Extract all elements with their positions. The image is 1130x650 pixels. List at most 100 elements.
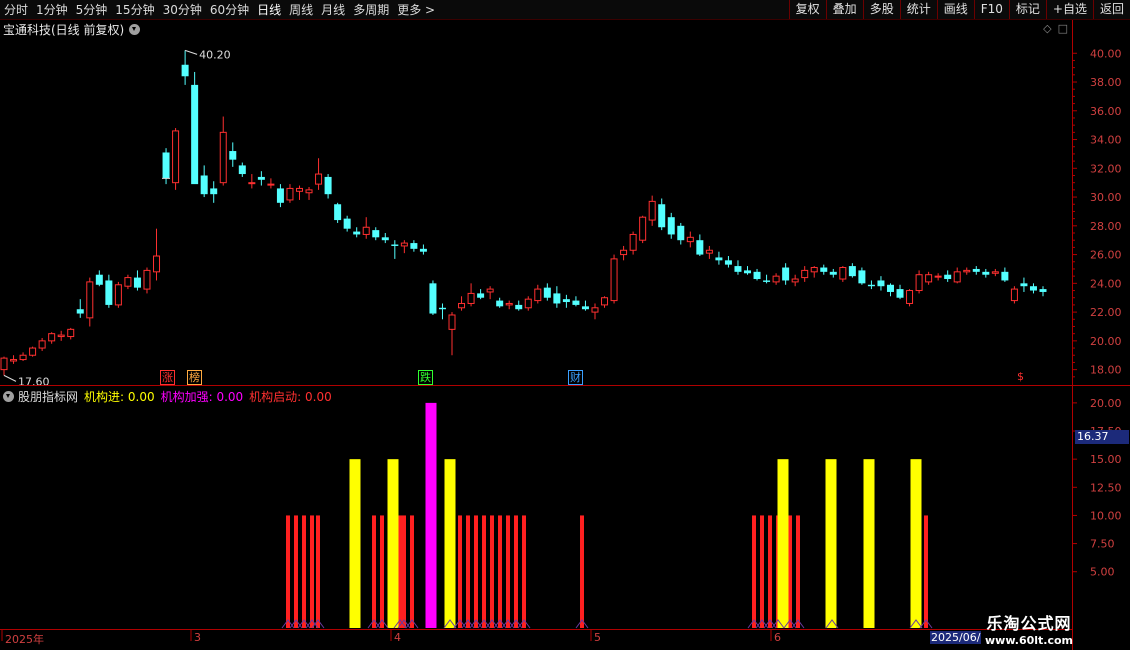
candle-body-up — [620, 249, 628, 256]
candle-body-up — [172, 130, 180, 184]
indicator-tick-label: 10.00 — [1090, 509, 1122, 522]
candle-body-down — [972, 268, 980, 272]
chevron-down-icon[interactable] — [3, 391, 14, 402]
indicator-bar — [580, 515, 584, 628]
candle-body-down — [753, 271, 761, 280]
candle-body-down — [410, 243, 418, 249]
indicator-bar — [425, 402, 437, 628]
candle-body-down — [734, 266, 742, 272]
candle-body-down — [848, 266, 856, 277]
indicator-bar — [302, 515, 306, 628]
candle-body-down — [724, 260, 732, 265]
indicator-bar — [490, 515, 494, 628]
candle-body-down — [944, 274, 952, 280]
candle-body-up — [19, 354, 27, 361]
candle-body-down — [95, 274, 103, 285]
candle-body-down — [867, 284, 875, 287]
candle-body-up — [934, 275, 942, 278]
indicator-bar — [863, 459, 875, 628]
candle-body-down — [162, 152, 170, 179]
indicator-bar — [349, 459, 361, 628]
candle-body-down — [858, 270, 866, 284]
event-tag[interactable]: 榜 — [187, 370, 202, 385]
indicator-bar — [910, 459, 922, 628]
candle-body-down — [477, 293, 485, 298]
price-tick-label: 36.00 — [1090, 105, 1122, 118]
candle-body-down — [877, 280, 885, 287]
indicator-current-value: 16.37 — [1075, 430, 1129, 444]
candle-body-up — [0, 357, 8, 371]
indicator-header: 股朋指标网 机构进: 0.00 机构加强: 0.00 机构启动: 0.00 — [3, 388, 338, 405]
indicator-bar — [316, 515, 320, 628]
indicator-bar — [444, 459, 456, 628]
candle-body-up — [610, 258, 618, 302]
candle-body-down — [353, 231, 361, 235]
candle-body-down — [257, 176, 265, 180]
indicator-bar — [286, 515, 290, 628]
candle-body-down — [581, 306, 589, 310]
candle-body-down — [133, 277, 141, 288]
candle-body-down — [896, 289, 904, 298]
candle-body-up — [925, 274, 933, 283]
indicator-bar — [310, 515, 314, 628]
candle-body-up — [48, 333, 56, 342]
indicator-bar — [482, 515, 486, 628]
candle-body-down — [343, 218, 351, 229]
candle-body-down — [543, 287, 551, 298]
candle-body-up — [915, 274, 923, 292]
price-tick-label: 20.00 — [1090, 335, 1122, 348]
candle-body-up — [286, 187, 294, 201]
candle-body-down — [200, 175, 208, 195]
candle-body-up — [67, 328, 75, 338]
indicator-bar — [514, 515, 518, 628]
candle-body-down — [829, 271, 837, 275]
candle-body-down — [1020, 283, 1028, 287]
price-tick-label: 40.00 — [1090, 47, 1122, 60]
indicator-tick-label: 15.00 — [1090, 453, 1122, 466]
price-tick-label: 38.00 — [1090, 76, 1122, 89]
candle-body-up — [458, 302, 466, 309]
candle-body-up — [505, 302, 513, 306]
high-price-label: 40.20 — [199, 48, 231, 61]
event-tag[interactable]: $ — [1016, 370, 1025, 383]
candle-body-up — [991, 271, 999, 274]
price-tick-label: 22.00 — [1090, 306, 1122, 319]
candle-body-up — [839, 267, 847, 280]
candle-body-down — [372, 230, 380, 238]
candle-body-up — [791, 278, 799, 283]
candle-body-down — [553, 293, 561, 304]
indicator-bar — [506, 515, 510, 628]
date-axis-label: 2025年 — [5, 633, 44, 646]
event-tag[interactable]: 涨 — [160, 370, 175, 385]
indicator-bar — [825, 459, 837, 628]
candle-body-down — [763, 280, 771, 282]
indicator-tick-label: 12.50 — [1090, 481, 1122, 494]
indicator-bars — [281, 402, 933, 629]
date-axis-label: 5 — [594, 631, 601, 644]
candle-body-down — [677, 225, 685, 241]
indicator-bar — [760, 515, 764, 628]
price-tick-label: 28.00 — [1090, 220, 1122, 233]
candle-body-down — [105, 280, 113, 305]
chart-canvas: 40.20 17.60 40.00 38.00 36.00 34.00 32.00 30.0… — [0, 20, 1130, 650]
event-tag[interactable]: 跌 — [418, 370, 433, 385]
indicator-bar — [788, 515, 792, 628]
event-tag[interactable]: 财 — [568, 370, 583, 385]
price-tick-label: 30.00 — [1090, 191, 1122, 204]
candle-body-down — [76, 309, 84, 314]
watermark-url: www.60lt.com — [985, 634, 1074, 647]
candle-body-up — [705, 249, 713, 254]
candle-body-up — [114, 284, 122, 306]
candle-body-up — [591, 307, 599, 313]
indicator-bar — [474, 515, 478, 628]
indicator-legend-item: 机构启动: 0.00 — [249, 390, 332, 404]
candle-body-up — [315, 173, 323, 185]
candle-body-up — [601, 297, 609, 306]
indicator-name[interactable]: 股朋指标网 — [18, 388, 78, 405]
indicator-bar — [372, 515, 376, 628]
indicator-bar — [752, 515, 756, 628]
candle-body-down — [667, 217, 675, 235]
candle-body-up — [29, 347, 37, 356]
indicator-bar — [924, 515, 928, 628]
candle-body-down — [572, 300, 580, 305]
